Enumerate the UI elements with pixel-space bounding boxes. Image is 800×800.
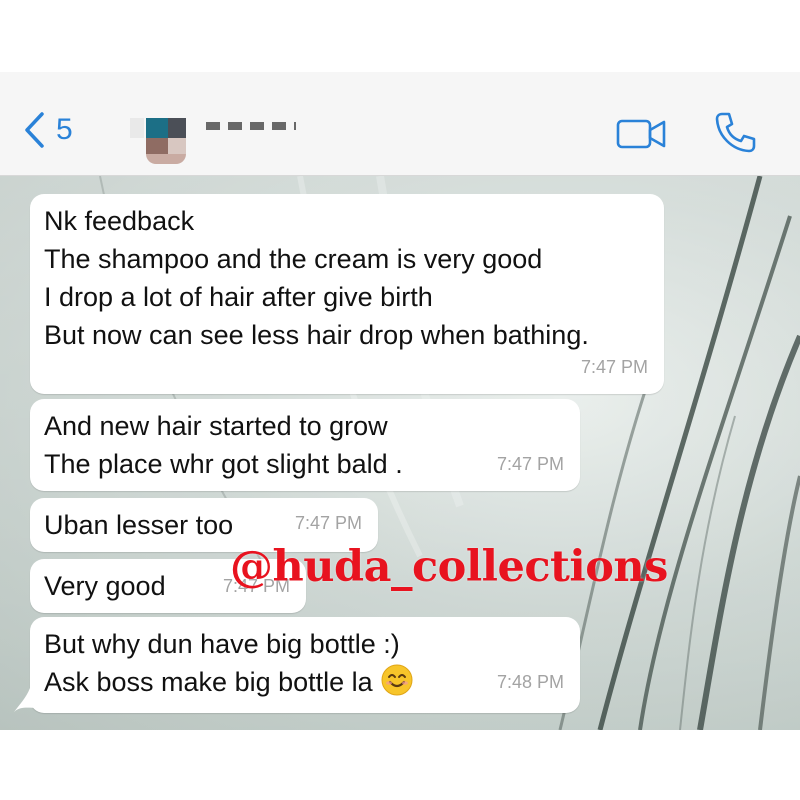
contact-name-obscured[interactable]	[206, 122, 296, 130]
watermark-text: @huda_collections	[230, 542, 668, 592]
message-timestamp: 7:47 PM	[294, 513, 362, 533]
message-line: I drop a lot of hair after give birth	[44, 282, 433, 312]
unread-count: 5	[56, 113, 73, 146]
message-bubble[interactable]: And new hair started to grow The place w…	[30, 399, 580, 491]
message-line: But why dun have big bottle :)	[44, 629, 400, 659]
chat-screen: 5 Nk feedback The shampoo and the cream …	[0, 72, 800, 730]
message-timestamp: 7:47 PM	[496, 454, 564, 474]
message-line: Nk feedback	[44, 206, 195, 236]
message-bubble[interactable]: Nk feedback The shampoo and the cream is…	[30, 194, 664, 394]
message-bubble[interactable]: But why dun have big bottle :) Ask boss …	[30, 617, 580, 713]
message-line: Ask boss make big bottle la	[44, 667, 373, 697]
smiling-face-emoji-icon	[381, 664, 413, 696]
message-line: But now can see less hair drop when bath…	[44, 320, 589, 350]
message-timestamp: 7:47 PM	[580, 357, 648, 377]
back-button[interactable]: 5	[22, 110, 73, 150]
video-camera-icon[interactable]	[616, 117, 668, 151]
bubble-tail	[14, 688, 36, 712]
phone-icon[interactable]	[713, 111, 757, 155]
chat-header: 5	[0, 72, 800, 176]
message-line-with-emoji: Ask boss make big bottle la	[44, 663, 566, 701]
message-line: The place whr got slight bald .	[44, 449, 403, 479]
message-line: And new hair started to grow	[44, 411, 388, 441]
message-line: The shampoo and the cream is very good	[44, 244, 543, 274]
chevron-left-icon	[25, 112, 44, 148]
message-timestamp: 7:48 PM	[496, 672, 564, 692]
contact-avatar[interactable]	[130, 114, 190, 166]
